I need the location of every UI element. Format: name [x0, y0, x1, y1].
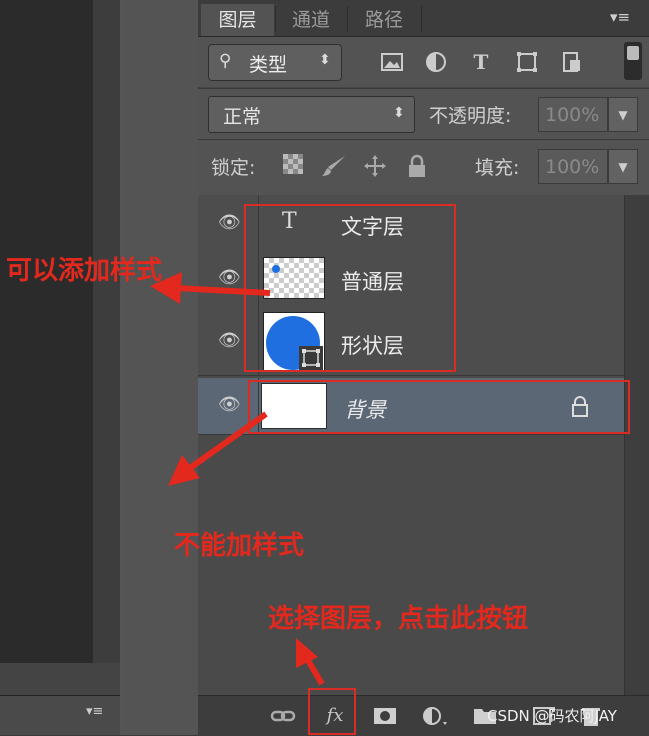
arrow-to-normal-layer [150, 272, 271, 304]
annotation-cannot-add-style: 不能加样式 [174, 531, 305, 561]
annotation-select-layer-hint: 选择图层，点击此按钮 [268, 604, 529, 634]
arrow-from-background-layer [168, 411, 268, 486]
arrow-to-fx-button [296, 638, 325, 686]
watermark: CSDN @码农阿JAY [487, 707, 617, 725]
annotation-can-add-style: 可以添加样式 [6, 256, 163, 286]
